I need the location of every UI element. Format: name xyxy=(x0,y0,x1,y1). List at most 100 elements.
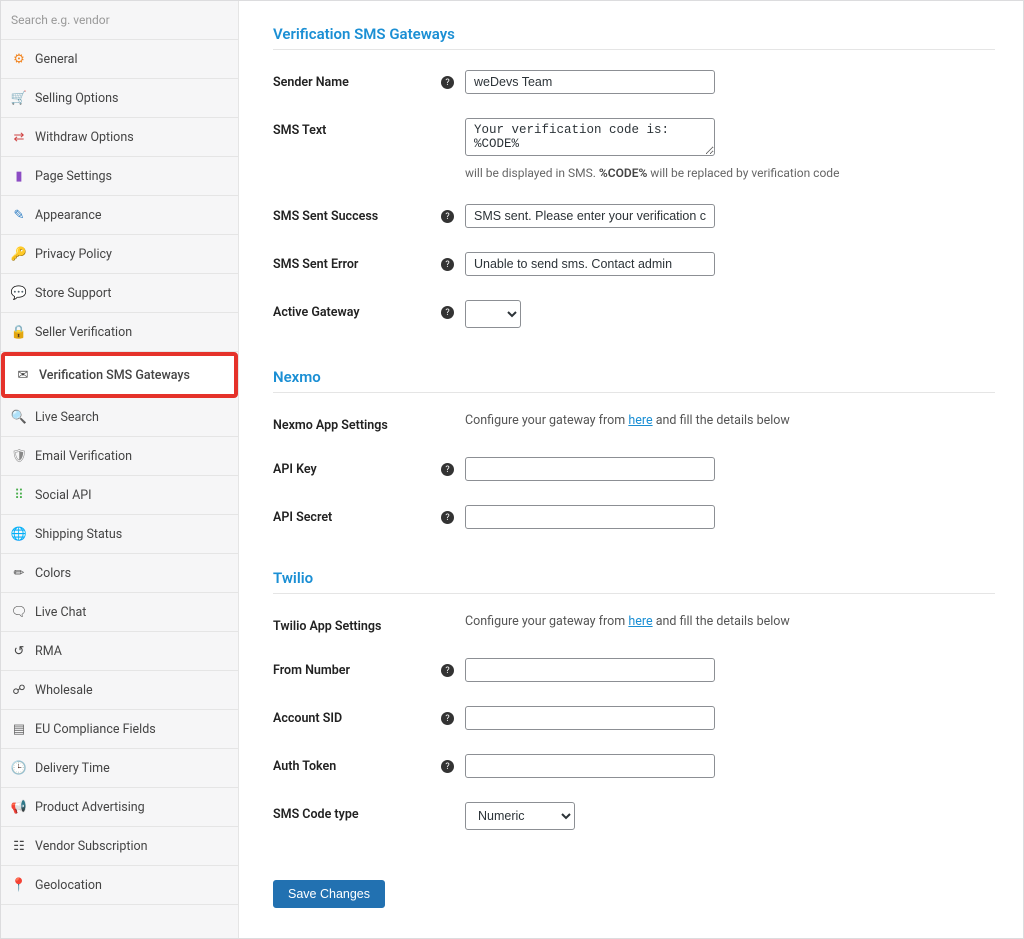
desc-nexmo-app-settings: Configure your gateway from here and fil… xyxy=(465,413,995,428)
chat-icon: 💬 xyxy=(11,285,27,301)
section-twilio: Twilio Twilio App Settings Configure you… xyxy=(273,569,995,842)
lock-icon: 🔒 xyxy=(11,324,27,340)
sidebar-item-page-settings[interactable]: ▮ Page Settings xyxy=(1,157,238,196)
sidebar-item-withdraw-options[interactable]: ⇄ Withdraw Options xyxy=(1,118,238,157)
sidebar-item-delivery-time[interactable]: 🕒 Delivery Time xyxy=(1,749,238,788)
textarea-sms-text[interactable]: Your verification code is: %CODE% xyxy=(465,118,715,156)
brush-icon: ✎ xyxy=(11,207,27,223)
sidebar-item-social-api[interactable]: ⠿ Social API xyxy=(1,476,238,515)
megaphone-icon: 📢 xyxy=(11,799,27,815)
input-sms-sent-success[interactable] xyxy=(465,204,715,228)
page-icon: ▮ xyxy=(11,168,27,184)
input-account-sid[interactable] xyxy=(465,706,715,730)
sidebar-item-label: Verification SMS Gateways xyxy=(39,368,190,383)
sidebar-item-label: Colors xyxy=(35,566,71,581)
help-icon[interactable]: ? xyxy=(441,511,454,524)
help-icon[interactable]: ? xyxy=(441,712,454,725)
link-twilio-here[interactable]: here xyxy=(628,614,652,629)
sidebar-item-wholesale[interactable]: ☍ Wholesale xyxy=(1,671,238,710)
sidebar-item-email-verification[interactable]: 🛡 Email Verification xyxy=(1,437,238,476)
section-nexmo: Nexmo Nexmo App Settings Configure your … xyxy=(273,368,995,541)
help-icon[interactable]: ? xyxy=(441,76,454,89)
input-sender-name[interactable] xyxy=(465,70,715,94)
row-active-gateway: Active Gateway ? xyxy=(273,288,995,340)
sidebar-item-label: Page Settings xyxy=(35,169,112,184)
sidebar-item-general[interactable]: ⚙ General xyxy=(1,40,238,79)
label-account-sid: Account SID xyxy=(273,706,441,726)
shield-icon: 🛡 xyxy=(11,448,27,464)
save-changes-button[interactable]: Save Changes xyxy=(273,880,385,908)
sidebar-item-store-support[interactable]: 💬 Store Support xyxy=(1,274,238,313)
help-icon[interactable]: ? xyxy=(441,306,454,319)
sidebar-item-privacy-policy[interactable]: 🔑 Privacy Policy xyxy=(1,235,238,274)
sidebar-item-label: Selling Options xyxy=(35,91,118,106)
section-title: Twilio xyxy=(273,569,995,594)
help-icon[interactable]: ? xyxy=(441,463,454,476)
hint-sms-text: will be displayed in SMS. %CODE% will be… xyxy=(465,166,995,180)
app-container: Search e.g. vendor ⚙ General 🛒 Selling O… xyxy=(0,0,1024,939)
row-sms-code-type: SMS Code type Numeric xyxy=(273,790,995,842)
sidebar-search[interactable]: Search e.g. vendor xyxy=(1,1,238,40)
help-icon[interactable]: ? xyxy=(441,664,454,677)
sidebar-item-label: Live Search xyxy=(35,410,99,425)
label-sms-text: SMS Text xyxy=(273,118,441,138)
sidebar-item-live-search[interactable]: 🔍 Live Search xyxy=(1,398,238,437)
label-api-key: API Key xyxy=(273,457,441,477)
help-icon[interactable]: ? xyxy=(441,258,454,271)
key-icon: 🔑 xyxy=(11,246,27,262)
section-title: Nexmo xyxy=(273,368,995,393)
sidebar-item-appearance[interactable]: ✎ Appearance xyxy=(1,196,238,235)
sidebar-item-label: Vendor Subscription xyxy=(35,839,148,854)
mail-icon: ✉ xyxy=(15,367,31,383)
row-account-sid: Account SID ? xyxy=(273,694,995,742)
label-sender-name: Sender Name xyxy=(273,70,441,90)
wholesale-icon: ☍ xyxy=(11,682,27,698)
chat-bubble-icon: 🗨 xyxy=(11,604,27,620)
row-nexmo-api-key: API Key ? xyxy=(273,445,995,493)
row-sender-name: Sender Name ? xyxy=(273,58,995,106)
social-icon: ⠿ xyxy=(11,487,27,503)
sidebar-item-live-chat[interactable]: 🗨 Live Chat xyxy=(1,593,238,632)
input-from-number[interactable] xyxy=(465,658,715,682)
sidebar-item-label: Store Support xyxy=(35,286,111,301)
label-sms-sent-error: SMS Sent Error xyxy=(273,252,441,272)
pencil-icon: ✏ xyxy=(11,565,27,581)
sidebar-item-eu-compliance[interactable]: ▤ EU Compliance Fields xyxy=(1,710,238,749)
input-sms-sent-error[interactable] xyxy=(465,252,715,276)
globe-icon: 🌐 xyxy=(11,526,27,542)
sidebar-item-product-advertising[interactable]: 📢 Product Advertising xyxy=(1,788,238,827)
label-sms-code-type: SMS Code type xyxy=(273,802,441,822)
sidebar-item-rma[interactable]: ↺ RMA xyxy=(1,632,238,671)
row-nexmo-app-settings: Nexmo App Settings Configure your gatewa… xyxy=(273,401,995,445)
sidebar-item-geolocation[interactable]: 📍 Geolocation xyxy=(1,866,238,905)
input-nexmo-api-key[interactable] xyxy=(465,457,715,481)
sidebar-item-label: Seller Verification xyxy=(35,325,132,340)
label-twilio-app-settings: Twilio App Settings xyxy=(273,614,441,634)
sidebar-item-label: Withdraw Options xyxy=(35,130,134,145)
input-nexmo-api-secret[interactable] xyxy=(465,505,715,529)
help-icon[interactable]: ? xyxy=(441,760,454,773)
sidebar-item-label: Live Chat xyxy=(35,605,86,620)
select-active-gateway[interactable] xyxy=(465,300,521,328)
sidebar-item-shipping-status[interactable]: 🌐 Shipping Status xyxy=(1,515,238,554)
sidebar-item-label: Wholesale xyxy=(35,683,93,698)
sidebar-item-vendor-subscription[interactable]: ☷ Vendor Subscription xyxy=(1,827,238,866)
help-icon[interactable]: ? xyxy=(441,210,454,223)
sidebar-item-selling-options[interactable]: 🛒 Selling Options xyxy=(1,79,238,118)
row-auth-token: Auth Token ? xyxy=(273,742,995,790)
label-api-secret: API Secret xyxy=(273,505,441,525)
sidebar-item-verification-sms-gateways[interactable]: ✉ Verification SMS Gateways xyxy=(1,352,238,398)
input-auth-token[interactable] xyxy=(465,754,715,778)
sidebar-item-label: General xyxy=(35,52,78,67)
sidebar-item-seller-verification[interactable]: 🔒 Seller Verification xyxy=(1,313,238,352)
pin-icon: 📍 xyxy=(11,877,27,893)
sidebar-item-colors[interactable]: ✏ Colors xyxy=(1,554,238,593)
section-verification-sms-gateways: Verification SMS Gateways Sender Name ? … xyxy=(273,25,995,340)
sidebar-item-label: Delivery Time xyxy=(35,761,110,776)
sidebar-item-label: Social API xyxy=(35,488,92,503)
select-sms-code-type[interactable]: Numeric xyxy=(465,802,575,830)
link-nexmo-here[interactable]: here xyxy=(628,413,652,428)
gear-icon: ⚙ xyxy=(11,51,27,67)
label-nexmo-app-settings: Nexmo App Settings xyxy=(273,413,441,433)
label-active-gateway: Active Gateway xyxy=(273,300,441,320)
